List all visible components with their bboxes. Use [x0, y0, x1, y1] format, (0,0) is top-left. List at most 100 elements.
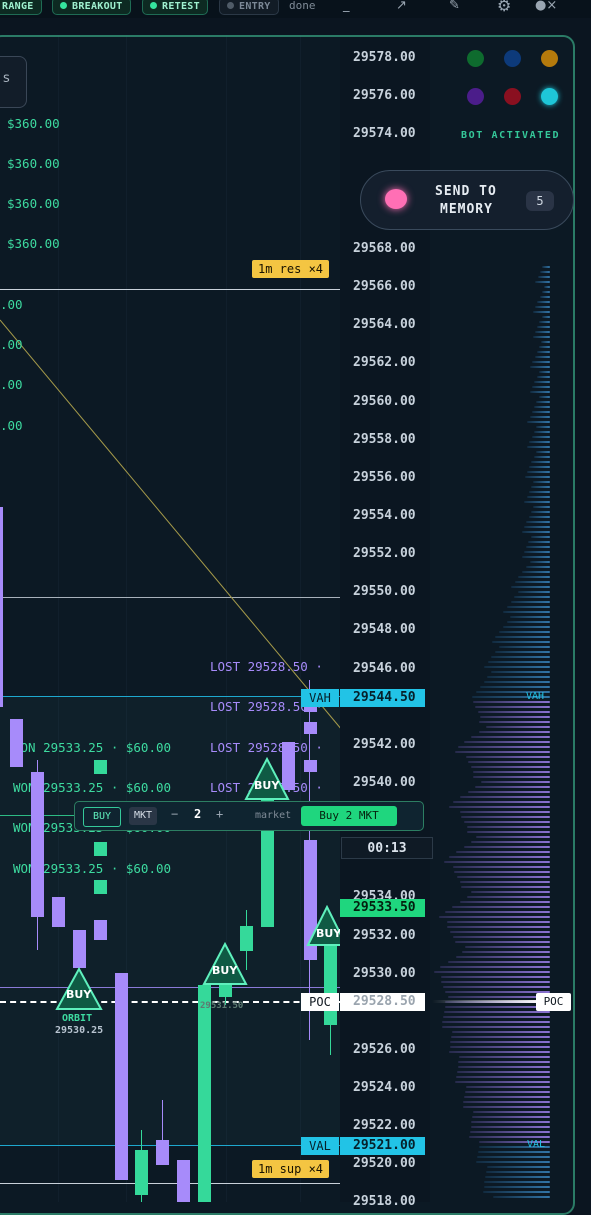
level-line-purple [0, 987, 340, 988]
candle-bullish [324, 940, 337, 1025]
volume-profile-bar [470, 1126, 550, 1128]
volume-profile-bar [483, 666, 550, 668]
volume-profile-bar [541, 291, 550, 293]
volume-profile-bar [531, 461, 550, 463]
volume-profile-bar [465, 1086, 550, 1088]
volume-profile-bar [463, 741, 550, 743]
price-tick: 29578.00 [353, 50, 416, 65]
bot-color-blue-icon[interactable] [504, 50, 521, 67]
bot-color-green-icon[interactable] [467, 50, 484, 67]
qty-decrement-button[interactable]: − [171, 807, 178, 821]
lost-label: LOST 29528.50 · [210, 659, 323, 674]
bot-color-cyan-icon[interactable] [541, 88, 558, 105]
pencil-icon[interactable]: ✎ [449, 0, 460, 13]
volume-profile-bar [459, 881, 550, 883]
candle-bearish [52, 897, 65, 927]
volume-profile-bar [526, 496, 550, 498]
send-to-memory-button[interactable]: SEND TO MEMORY 5 [360, 170, 574, 230]
price-tick: 29522.00 [353, 1118, 416, 1133]
volume-profile-bar [527, 446, 550, 448]
order-type-select[interactable]: MKT [129, 807, 157, 825]
qty-input[interactable]: 2 [194, 807, 201, 821]
buy-marker-label: BUY [66, 988, 92, 1001]
volume-profile-bar [457, 1066, 550, 1068]
qty-increment-button[interactable]: + [216, 807, 223, 821]
memory-count-badge: 5 [526, 191, 554, 211]
volume-profile-bar [506, 606, 550, 608]
volume-profile-bar [461, 816, 550, 818]
volume-profile-bar [530, 366, 550, 368]
buy-marker-label: BUY [212, 964, 238, 977]
side-toggle[interactable]: BUY [83, 807, 121, 827]
volume-profile-bar [541, 316, 550, 318]
volume-profile-bar [529, 466, 550, 468]
volume-profile-bar [536, 376, 550, 378]
bot-color-purple-icon[interactable] [467, 88, 484, 105]
memory-label-line2: MEMORY [440, 202, 493, 217]
volume-profile-bar [450, 1041, 550, 1043]
volume-profile-bar [491, 656, 550, 658]
volume-profile-bar [464, 821, 550, 823]
volume-profile-bar [533, 506, 550, 508]
volume-profile-bar [477, 1156, 550, 1158]
pnl-label: $360.00 [7, 156, 60, 171]
volume-profile-bar [534, 331, 550, 333]
poc-profile-bar [432, 1000, 542, 1003]
bot-color-orange-icon[interactable] [541, 50, 558, 67]
retest-button[interactable]: RETEST [142, 0, 208, 15]
submit-order-button[interactable]: Buy 2 MKT [301, 806, 397, 826]
gear-icon[interactable]: ⚙ [497, 0, 511, 15]
volume-profile-bar [532, 336, 550, 338]
price-tick: 29546.00 [353, 661, 416, 676]
entry-button[interactable]: ENTRY [219, 0, 279, 15]
arrow-icon[interactable]: ↗ [396, 0, 407, 13]
volume-profile-bar [466, 826, 550, 828]
memory-label-line1: SEND TO [435, 184, 497, 199]
volume-profile-bar [506, 621, 550, 623]
volume-profile-bar [539, 271, 550, 273]
volume-profile-bar [533, 456, 550, 458]
order-mode-label: market [255, 810, 292, 821]
volume-profile-bar [471, 766, 550, 768]
volume-profile-bar [525, 566, 550, 568]
price-tick: 29540.00 [353, 775, 416, 790]
breakout-button[interactable]: BREAKOUT [52, 0, 131, 15]
volume-profile-bar [491, 671, 550, 673]
val-tag: VAL [301, 1137, 339, 1155]
volume-profile-bar [524, 526, 550, 528]
volume-profile-bar [537, 301, 550, 303]
volume-profile-bar [466, 896, 550, 898]
volume-profile-bar [463, 846, 550, 848]
volume-profile-bar [456, 1071, 550, 1073]
status-dot-icon [150, 2, 157, 9]
volume-profile-bar [542, 266, 550, 268]
volume-profile-bar [434, 971, 550, 973]
volume-profile-bar [532, 386, 550, 388]
price-tick: 29562.00 [353, 355, 416, 370]
bot-color-red-icon[interactable] [504, 88, 521, 105]
volume-profile-bar [452, 906, 550, 908]
volume-profile-bar [532, 361, 550, 363]
volume-profile-bar [451, 1036, 550, 1038]
candle-bearish [304, 760, 317, 772]
side-tab[interactable]: s [0, 56, 27, 108]
buy-marker[interactable]: BUY 29531.50 [200, 941, 248, 1011]
volume-profile-bar [447, 921, 550, 923]
volume-profile-bar [526, 471, 550, 473]
buy-marker-sub: ORBIT [62, 1013, 93, 1024]
breakout-label: BREAKOUT [72, 1, 123, 12]
buy-marker[interactable]: BUY [244, 756, 290, 805]
volume-profile-bar [487, 676, 550, 678]
range-button[interactable]: RANGE [0, 0, 42, 15]
minimize-icon[interactable]: _ [343, 0, 350, 13]
range-label: RANGE [2, 1, 34, 12]
volume-profile-bar [470, 891, 550, 893]
candle-bearish [304, 722, 317, 734]
poc-line [0, 1001, 340, 1003]
pnl-label: $360.00 [7, 196, 60, 211]
volume-profile-bar [447, 996, 550, 998]
buy-marker[interactable]: BUY ORBIT 29530.25 [55, 966, 103, 1036]
close-icon[interactable]: ●× [535, 0, 557, 13]
price-tick: 29530.00 [353, 966, 416, 981]
volume-profile-bar [510, 586, 550, 588]
